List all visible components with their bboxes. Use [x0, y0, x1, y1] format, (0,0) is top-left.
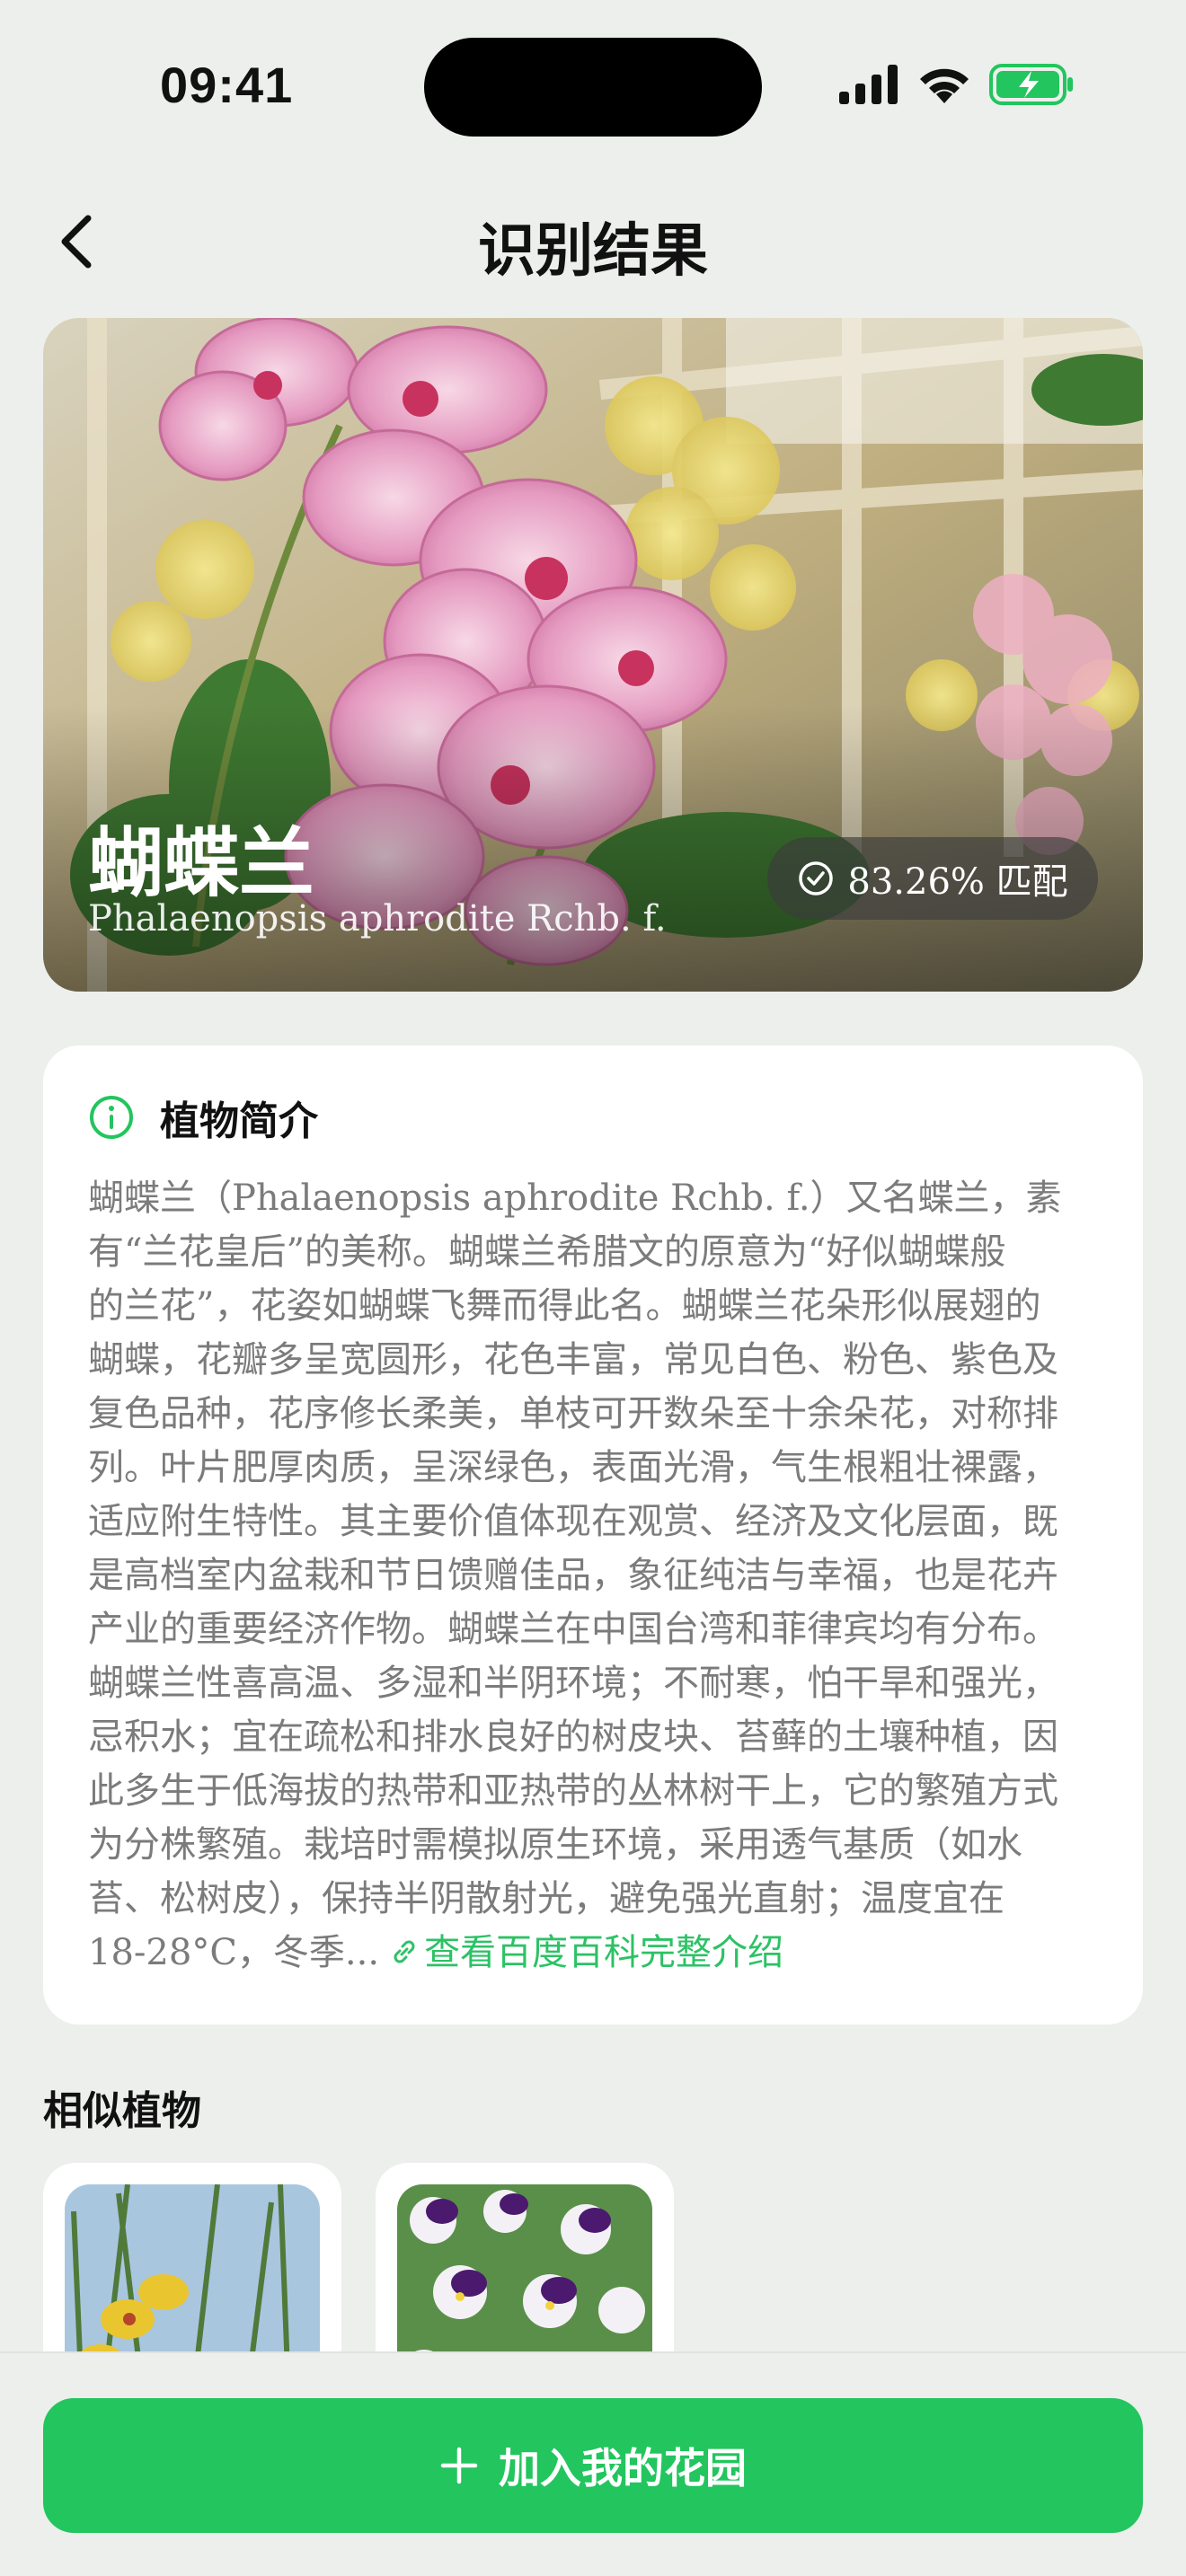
intro-line: 复色品种，花序修长柔美，单枝可开数朵至十余朵花，对称排: [88, 1393, 1058, 1434]
add-to-garden-label: 加入我的花园: [499, 2444, 747, 2492]
baike-link-label: 查看百度百科完整介绍: [424, 1932, 784, 1973]
baike-link[interactable]: 查看百度百科完整介绍: [379, 1932, 783, 1973]
intro-line: 忌积水；宜在疏松和排水良好的树皮块、苔藓的土壤种植，因: [88, 1716, 1058, 1758]
intro-line: 有“兰花皇后”的美称。蝴蝶兰希腊文的原意为“好似蝴蝶般: [88, 1231, 1006, 1273]
intro-line: 列。叶片肥厚肉质，呈深绿色，表面光滑，气生根粗壮裸露，: [88, 1447, 1058, 1488]
add-to-garden-button[interactable]: 加入我的花园: [43, 2398, 1143, 2533]
intro-line: 为分株繁殖。栽培时需模拟原生环境，采用透气基质（如水: [88, 1824, 1022, 1866]
plus-icon: [440, 2447, 478, 2484]
check-circle-icon: [799, 861, 834, 895]
intro-title: 植物简介: [160, 1098, 318, 1144]
intro-line: 适应附生特性。其主要价值体现在观赏、经济及文化层面，既: [88, 1501, 1058, 1542]
top-nav: 识别结果: [0, 180, 1186, 305]
intro-line: 是高档室内盆栽和节日馈赠佳品，象征纯洁与幸福，也是花卉: [88, 1555, 1058, 1596]
match-text: 83.26% 匹配: [847, 861, 1068, 903]
bottom-action-bar: 加入我的花园: [0, 2351, 1186, 2576]
battery-charging-icon: [989, 64, 1073, 105]
status-bar: 09:41: [0, 0, 1186, 171]
plant-latin-name: Phalaenopsis aphrodite Rchb. f.: [88, 898, 667, 940]
intro-line: 的兰花”，花姿如蝴蝶飞舞而得此名。蝴蝶兰花朵形似展翅的: [88, 1285, 1041, 1327]
intro-line: 产业的重要经济作物。蝴蝶兰在中国台湾和菲律宾均有分布。: [88, 1609, 1058, 1650]
match-badge: 83.26% 匹配: [767, 837, 1098, 920]
intro-line-last: 18-28°C，冬季... 查看百度百科完整介绍: [88, 1926, 1103, 1980]
plant-name: 蝴蝶兰: [88, 818, 315, 907]
wifi-icon: [920, 68, 969, 103]
intro-line: 蝴蝶兰性喜高温、多湿和半阴环境；不耐寒，怕干旱和强光，: [88, 1663, 1058, 1704]
intro-line: 此多生于低海拔的热带和亚热带的丛林树干上，它的繁殖方式: [88, 1770, 1058, 1812]
intro-line: 蝴蝶，花瓣多呈宽圆形，花色丰富，常见白色、粉色、紫色及: [88, 1339, 1058, 1381]
info-circle-icon: [90, 1096, 133, 1139]
similar-plants-title: 相似植物: [43, 2088, 201, 2134]
page-title: 识别结果: [478, 217, 708, 285]
status-icons: [839, 61, 1075, 108]
plant-hero-image: 蝴蝶兰 Phalaenopsis aphrodite Rchb. f. 83.2…: [43, 318, 1143, 992]
intro-card: 植物简介 蝴蝶兰（Phalaenopsis aphrodite Rchb. f.…: [43, 1045, 1143, 2025]
intro-line: 蝴蝶兰（Phalaenopsis aphrodite Rchb. f.）又名蝶兰…: [88, 1178, 1062, 1219]
dynamic-island: [424, 38, 762, 137]
intro-header: 植物简介: [88, 1089, 318, 1146]
intro-text: 蝴蝶兰（Phalaenopsis aphrodite Rchb. f.）又名蝶兰…: [88, 1171, 1103, 1980]
link-icon: [394, 1940, 415, 1963]
status-time: 09:41: [160, 57, 294, 113]
signal-icon: [839, 65, 898, 104]
intro-line: 苔、松树皮），保持半阴散射光，避免强光直射；温度宜在: [88, 1878, 1005, 1919]
intro-truncated-text: 18-28°C，冬季...: [88, 1932, 380, 1973]
